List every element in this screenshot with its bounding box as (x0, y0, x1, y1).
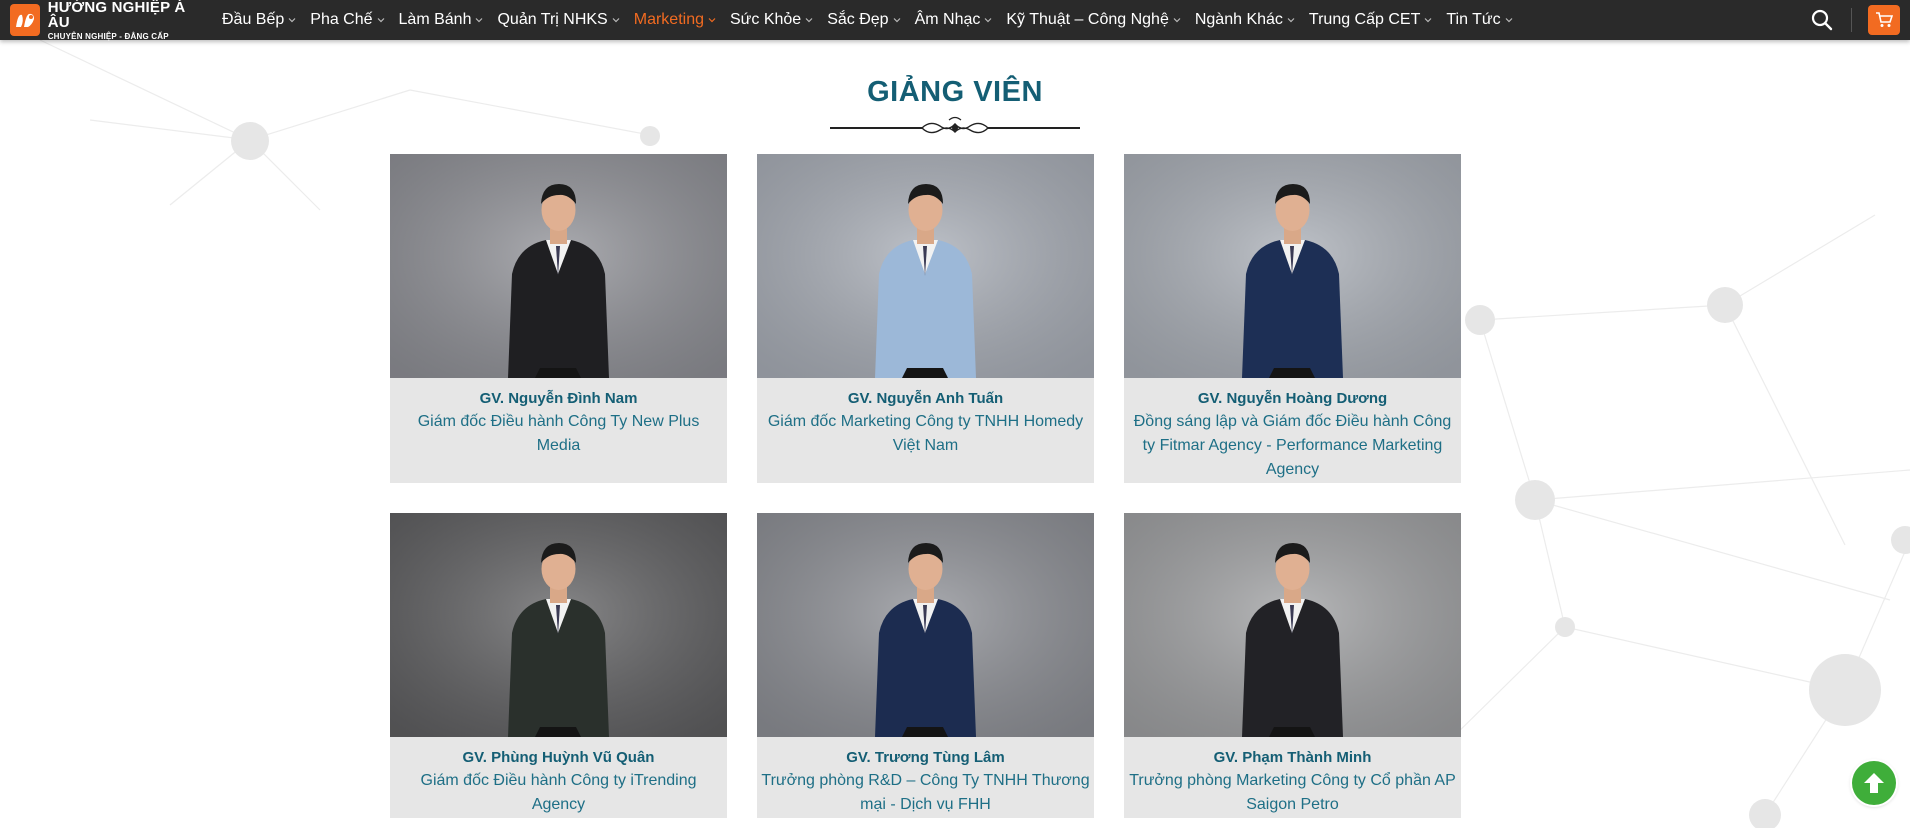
instructor-name: GV. Phạm Thành Minh (1213, 749, 1372, 766)
arrow-up-icon (1864, 773, 1884, 793)
nav-item-label: Trung Cấp CET (1308, 11, 1421, 28)
nav-item-11[interactable]: Tin Tức (1446, 11, 1513, 29)
chevron-down-icon (708, 18, 716, 23)
instructor-role: Giám đốc Marketing Công ty TNHH Homedy V… (767, 413, 1084, 454)
instructor-name: GV. Nguyễn Anh Tuấn (847, 390, 1004, 407)
nav-item-5[interactable]: Sức Khỏe (730, 11, 813, 29)
nav-item-8[interactable]: Kỹ Thuật – Công Nghệ (1006, 11, 1181, 29)
instructor-card[interactable]: GV. Phạm Thành Minh Trưởng phòng Marketin… (1124, 513, 1461, 818)
instructor-photo (757, 154, 1094, 378)
instructor-name: GV. Phùng Huỳnh Vũ Quân (462, 749, 655, 766)
brand-logo[interactable]: HƯỚNG NGHIỆP Á ÂU CHUYÊN NGHIỆP - ĐẲNG C… (10, 0, 200, 40)
ornamental-divider (830, 116, 1080, 134)
cart-icon (1876, 12, 1893, 27)
instructor-card[interactable]: GV. Nguyễn Anh Tuấn Giám đốc Marketing Cô… (757, 154, 1094, 483)
nav-item-label: Sức Khỏe (729, 11, 802, 28)
chef-hat-logo-icon (10, 4, 40, 36)
search-icon (1811, 9, 1833, 31)
nav-item-2[interactable]: Làm Bánh (399, 11, 484, 29)
nav-item-0[interactable]: Đầu Bếp (222, 11, 296, 29)
nav-item-label: Marketing (633, 11, 704, 28)
nav-item-1[interactable]: Pha Chế (310, 11, 384, 29)
section-title: GIẢNG VIÊN (867, 76, 1043, 108)
nav-item-label: Kỹ Thuật – Công Nghệ (1006, 11, 1169, 28)
instructor-photo (390, 154, 727, 378)
instructor-role: Giám đốc Điều hành Công Ty New Plus Medi… (417, 413, 700, 454)
nav-item-6[interactable]: Sắc Đẹp (827, 11, 900, 29)
brand-title: HƯỚNG NGHIỆP Á ÂU (47, 0, 186, 31)
instructor-role: Đồng sáng lập và Giám đốc Điều hành Công… (1133, 413, 1452, 478)
chevron-down-icon (1424, 18, 1432, 23)
chevron-down-icon (377, 18, 384, 23)
nav-item-3[interactable]: Quản Trị NHKS (497, 11, 620, 29)
instructor-photo (757, 513, 1094, 737)
instructor-photo (390, 513, 727, 737)
instructor-role: Giám đốc Điều hành Công ty iTrending Age… (420, 772, 697, 813)
search-button[interactable] (1809, 7, 1835, 33)
instructor-card[interactable]: GV. Phùng Huỳnh Vũ Quân Giám đốc Điều hàn… (390, 513, 727, 818)
nav-item-label: Quản Trị NHKS (497, 11, 608, 28)
instructor-role: Trưởng phòng Marketing Công ty Cổ phần A… (1129, 772, 1456, 813)
instructor-card[interactable]: GV. Nguyễn Đình Nam Giám đốc Điều hành Cô… (390, 154, 727, 483)
top-navigation-bar: HƯỚNG NGHIỆP Á ÂU CHUYÊN NGHIỆP - ĐẲNG C… (0, 0, 1910, 40)
nav-divider (1851, 8, 1852, 32)
chevron-down-icon (612, 18, 620, 23)
instructors-section: GIẢNG VIÊN GV. Nguyễn Đình Nam Giám đốc Đ… (0, 40, 1910, 828)
nav-item-label: Đầu Bếp (222, 11, 285, 28)
instructor-role: Trưởng phòng R&D – Công Ty TNHH Thương m… (761, 772, 1090, 813)
instructor-name: GV. Nguyễn Hoàng Dương (1197, 390, 1388, 407)
chevron-down-icon (288, 18, 296, 23)
nav-item-7[interactable]: Âm Nhạc (915, 11, 993, 29)
main-menu: Đầu Bếp Pha Chế Làm Bánh Quản Trị NHKS Marke… (222, 0, 1527, 40)
nav-item-label: Tin Tức (1446, 11, 1501, 28)
nav-item-10[interactable]: Trung Cấp CET (1309, 11, 1432, 29)
chevron-down-icon (1505, 18, 1513, 23)
nav-item-label: Ngành Khác (1194, 11, 1283, 28)
instructor-name: GV. Nguyễn Đình Nam (479, 390, 638, 407)
instructor-photo (1124, 513, 1461, 737)
nav-item-label: Sắc Đẹp (827, 11, 889, 28)
scroll-to-top-button[interactable] (1852, 761, 1896, 805)
instructor-photo (1124, 154, 1461, 378)
chevron-down-icon (476, 18, 483, 23)
nav-item-label: Pha Chế (310, 11, 373, 28)
nav-item-label: Làm Bánh (398, 11, 472, 28)
chevron-down-icon (1173, 18, 1181, 23)
chevron-down-icon (984, 18, 992, 23)
cart-button[interactable] (1868, 5, 1900, 35)
instructor-card[interactable]: GV. Trương Tùng Lâm Trưởng phòng R&D – Cô… (757, 513, 1094, 818)
chevron-down-icon (893, 18, 900, 23)
brand-tagline: CHUYÊN NGHIỆP - ĐẲNG CẤP (47, 31, 169, 41)
chevron-down-icon (805, 18, 813, 23)
nav-item-9[interactable]: Ngành Khác (1195, 11, 1295, 29)
nav-item-4[interactable]: Marketing (634, 11, 716, 29)
instructor-name: GV. Trương Tùng Lâm (846, 749, 1005, 766)
nav-item-label: Âm Nhạc (914, 11, 981, 28)
instructor-card[interactable]: GV. Nguyễn Hoàng Dương Đồng sáng lập và G… (1124, 154, 1461, 483)
chevron-down-icon (1287, 18, 1295, 23)
